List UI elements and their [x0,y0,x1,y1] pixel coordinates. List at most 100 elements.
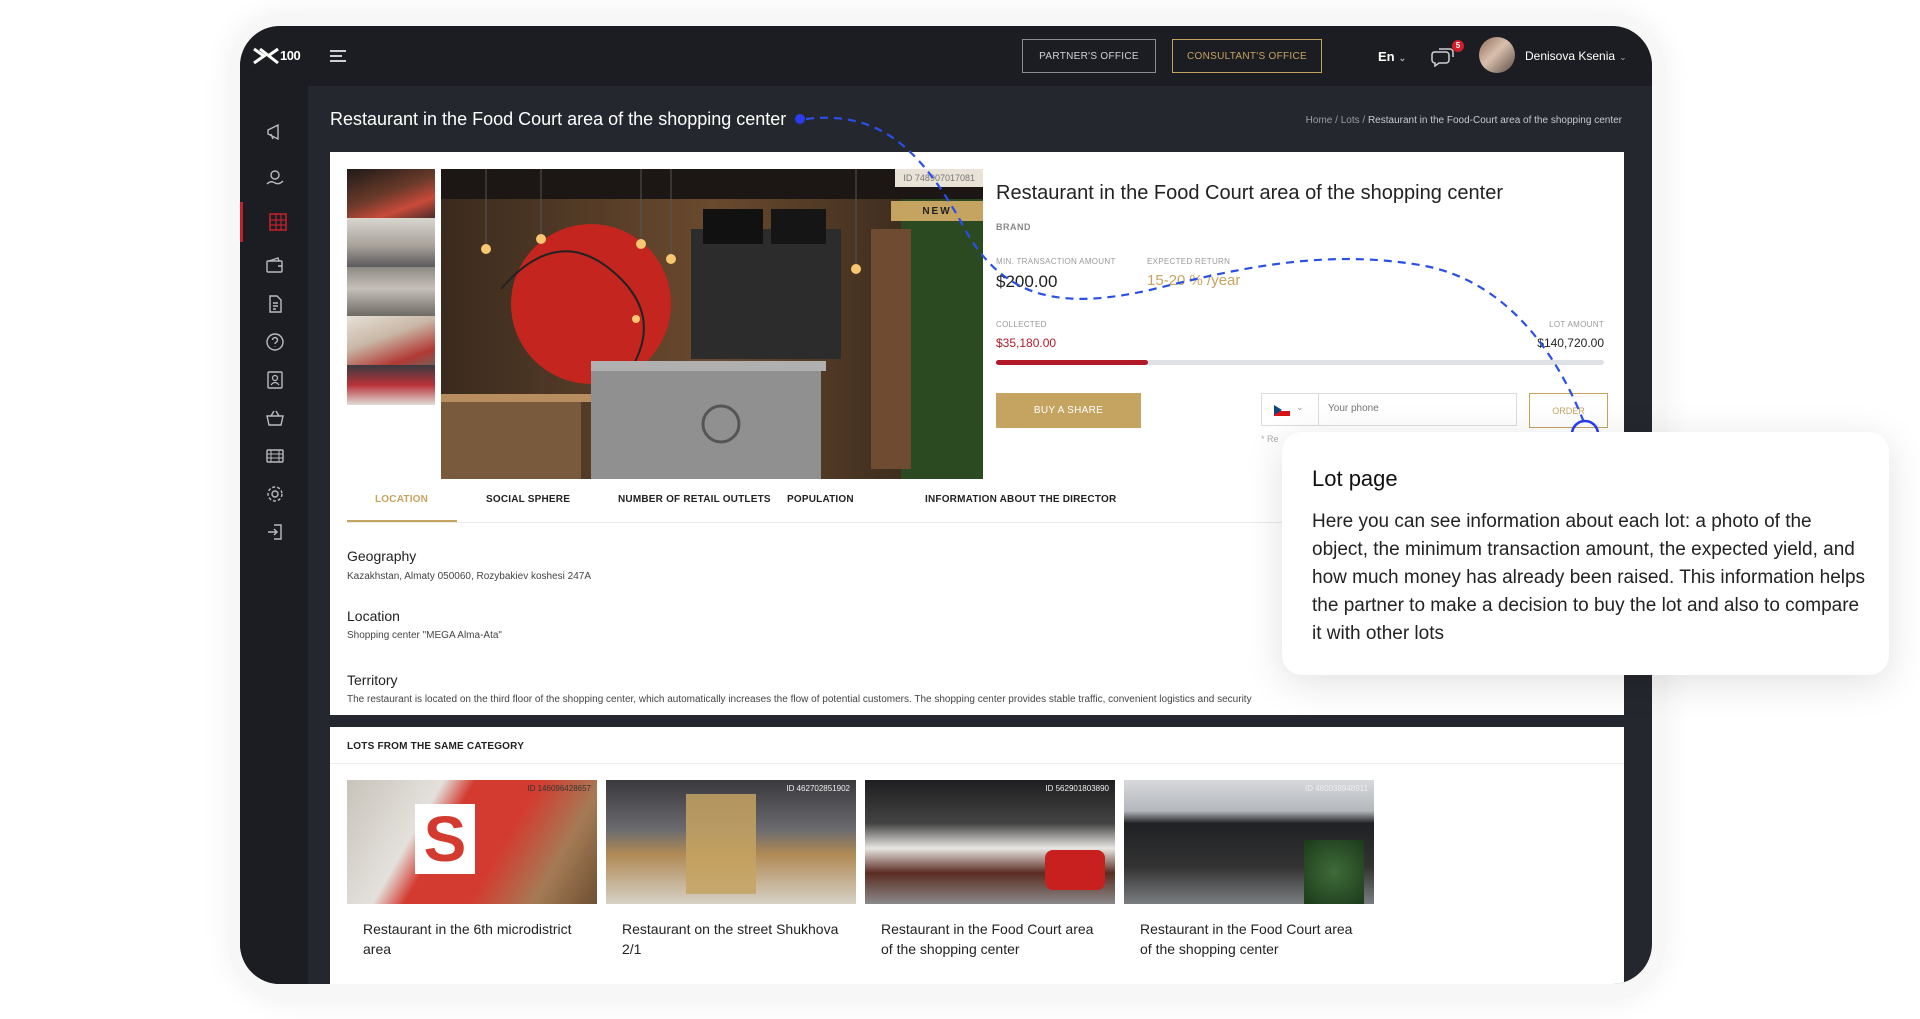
breadcrumb: Home / Lots / Restaurant in the Food-Cou… [1306,115,1622,126]
related-lot-card[interactable]: ID 562901803890 Restaurant in the Food C… [865,780,1115,984]
notification-badge: 5 [1452,40,1464,52]
s-logo-icon: S [415,804,475,874]
red-seat-graphic [1045,850,1105,890]
user-name: Denisova Ksenia [1525,49,1616,63]
funding-progress-fill [996,360,1148,365]
territory-text: The restaurant is located on the third f… [347,694,1252,705]
photo-thumbnail[interactable] [347,365,435,405]
settings-icon [267,486,283,502]
related-lots-heading: LOTS FROM THE SAME CATEGORY [347,741,525,752]
tab-director-info[interactable]: INFORMATION ABOUT THE DIRECTOR [925,494,1116,505]
partners-office-button[interactable]: PARTNER'S OFFICE [1022,39,1156,73]
related-lots-section: LOTS FROM THE SAME CATEGORY S ID 1460964… [330,727,1624,984]
sidebar-item-help[interactable] [240,322,308,362]
palm-tree-graphic [1304,840,1364,904]
tab-location[interactable]: LOCATION [375,494,428,505]
sidebar-item-settings[interactable] [240,474,308,514]
related-lot-card[interactable]: S ID 146096428657 Restaurant in the 6th … [347,780,597,984]
photo-thumbnail[interactable] [347,169,435,223]
min-transaction-label: MIN. TRANSACTION AMOUNT [996,257,1116,266]
page-title: Restaurant in the Food Court area of the… [330,109,787,129]
min-transaction-value: $200.00 [996,272,1058,291]
related-lot-id: ID 462702851902 [786,784,850,793]
help-icon [266,333,284,351]
logo-text: 100 [280,48,301,63]
brand-label: BRAND [996,222,1031,232]
related-lot-title: Restaurant in the Food Court area of the… [1140,921,1353,957]
photo-thumbnail[interactable] [347,316,435,370]
related-lot-title: Restaurant on the street Shukhova 2/1 [622,921,839,957]
logo-x-icon [253,47,279,65]
tab-retail-outlets[interactable]: NUMBER OF RETAIL OUTLETS [618,494,771,505]
breadcrumb-separator: / [1332,115,1341,126]
breadcrumb-lots[interactable]: Lots [1341,115,1360,126]
logout-icon [268,524,282,540]
document-icon [269,295,282,313]
tooltip-body: Here you can see information about each … [1312,511,1866,644]
cinema-icon [266,449,284,463]
chevron-down-icon: ⌄ [1619,52,1627,62]
lot-id-tag: ID 748907017081 [895,169,983,187]
order-button[interactable]: ORDER [1529,393,1608,428]
sidebar-item-wallet[interactable] [240,246,308,286]
related-lot-card[interactable]: ID 460038948911 Restaurant in the Food C… [1124,780,1374,984]
related-lot-photo: ID 562901803890 [865,780,1115,904]
chevron-down-icon[interactable]: ⌄ [1296,402,1304,413]
sidebar-item-logout[interactable] [240,512,308,552]
photo-thumbnail[interactable] [347,267,435,321]
geography-text: Kazakhstan, Almaty 050060, Rozybakiev ko… [347,571,592,582]
lot-amount-label: LOT AMOUNT [1549,320,1604,329]
related-lot-id: ID 562901803890 [1045,784,1109,793]
active-tab-indicator [347,520,457,522]
related-lot-title: Restaurant in the 6th microdistrict area [363,921,572,957]
grid-icon [269,213,287,231]
avatar[interactable] [1479,37,1515,73]
shelf-graphic [686,794,756,894]
related-lot-title: Restaurant in the Food Court area of the… [881,921,1094,957]
collected-label: COLLECTED [996,320,1047,329]
funding-progress-bar [996,360,1604,365]
related-lot-photo: ID 462702851902 [606,780,856,904]
related-lot-card[interactable]: ID 462702851902 Restaurant on the street… [606,780,856,984]
tab-population[interactable]: POPULATION [787,494,854,505]
expected-return-label: EXPECTED RETURN [1147,257,1231,266]
location-text: Shopping center "MEGA Alma-Ata" [347,630,502,641]
new-badge: NEW [891,201,983,221]
sidebar-item-shop[interactable] [240,398,308,438]
tab-social-sphere[interactable]: SOCIAL SPHERE [486,494,570,505]
divider [330,763,1624,764]
sidebar-item-profile[interactable] [240,360,308,400]
phone-field: ⌄ [1261,393,1517,426]
language-label: En [1378,49,1395,64]
language-selector[interactable]: En ⌄ [1378,49,1406,64]
megaphone-icon [267,123,279,141]
lot-title: Restaurant in the Food Court area of the… [996,182,1503,204]
country-flag-icon[interactable] [1274,405,1290,416]
expected-return-value: 15-20 % /year [1147,272,1241,289]
breadcrumb-home[interactable]: Home [1306,115,1333,126]
territory-heading: Territory [347,672,398,688]
form-note: * Re [1261,434,1279,444]
divider [1318,394,1319,425]
lot-amount-value: $140,720.00 [1537,336,1604,350]
tooltip-title: Lot page [1312,466,1398,491]
user-menu[interactable]: Denisova Ksenia ⌄ [1525,49,1627,63]
sidebar-item-documents[interactable] [240,284,308,324]
logo[interactable]: 100 [252,45,312,67]
sidebar-item-news[interactable] [240,112,308,152]
buy-share-button[interactable]: BUY A SHARE [996,393,1141,428]
top-bar: 100 PARTNER'S OFFICE CONSULTANT'S OFFICE… [240,26,1652,86]
related-lot-photo: S ID 146096428657 [347,780,597,904]
geography-heading: Geography [347,548,417,564]
menu-icon[interactable] [330,50,348,64]
related-lot-id: ID 146096428657 [527,784,591,793]
consultants-office-button[interactable]: CONSULTANT'S OFFICE [1172,39,1322,73]
photo-thumbnail[interactable] [347,218,435,272]
related-lot-photo: ID 460038948911 [1124,780,1374,904]
sidebar-item-lots[interactable] [240,202,308,242]
sidebar-item-investments[interactable] [240,158,308,198]
lot-main-photo[interactable]: ID 748907017081 NEW [441,169,983,479]
location-heading: Location [347,608,400,624]
phone-input[interactable] [1326,402,1510,415]
sidebar-item-media[interactable] [240,436,308,476]
